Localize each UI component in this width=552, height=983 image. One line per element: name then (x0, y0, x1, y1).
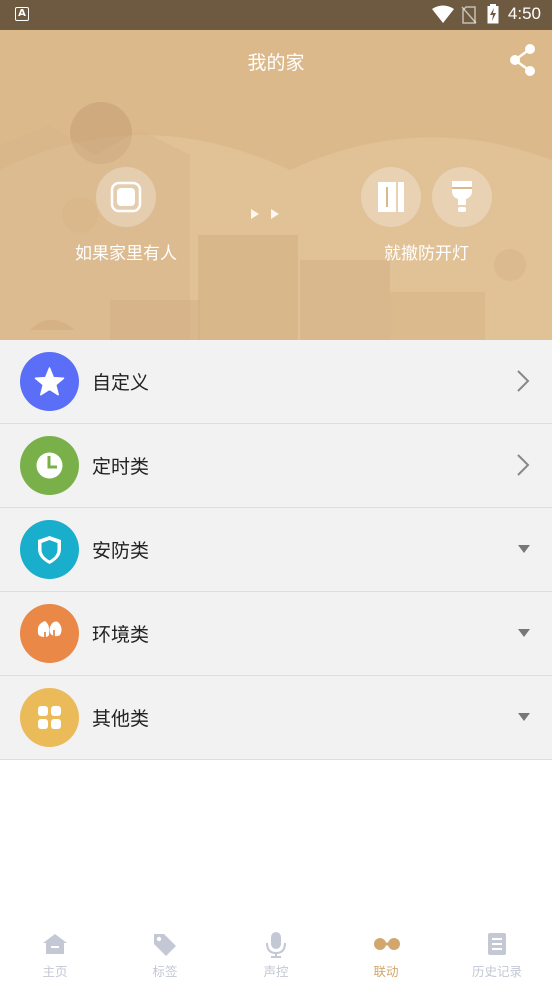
category-row-timer[interactable]: 定时类 (0, 424, 552, 508)
tab-label: 历史记录 (471, 964, 522, 979)
category-icon-badge (20, 688, 79, 747)
clock-time: 4:50 (507, 4, 541, 23)
leaf-icon (37, 621, 62, 646)
category-row-environment[interactable]: 环境类 (0, 592, 552, 676)
category-label: 其他类 (92, 708, 150, 730)
page-title: 我的家 (247, 52, 305, 74)
triangle-down-icon (518, 713, 530, 721)
shield-icon (38, 536, 61, 564)
triangle-down-icon (518, 629, 530, 637)
category-label: 环境类 (92, 624, 150, 646)
category-label: 安防类 (92, 540, 150, 562)
grid-icon (38, 706, 61, 729)
bottom-tab-bar: 主页 标签 声控 联动 历史记录 (0, 920, 552, 983)
triangle-down-icon (518, 545, 530, 553)
tab-home[interactable]: 主页 (0, 920, 110, 983)
microphone-icon (266, 932, 286, 958)
tab-tags[interactable]: 标签 (110, 920, 220, 983)
chevron-right-icon (517, 454, 530, 476)
scene-banner: 我的家 如果家里有人 就撤防开灯 (0, 30, 552, 340)
home-icon (43, 934, 67, 954)
category-row-other[interactable]: 其他类 (0, 676, 552, 760)
category-list: 自定义 定时类 安防类 环境类 其他类 (0, 340, 552, 760)
category-icon-badge (20, 604, 79, 663)
tab-voice[interactable]: 声控 (221, 920, 331, 983)
chevron-right-icon (517, 370, 530, 392)
clock-icon (36, 452, 63, 479)
category-label: 自定义 (92, 372, 150, 394)
arrow-icon (251, 209, 279, 219)
tab-label: 主页 (42, 964, 68, 979)
tab-history[interactable]: 历史记录 (442, 920, 552, 983)
tag-icon (154, 934, 176, 956)
condition-device-button[interactable] (96, 167, 156, 227)
action-door-button[interactable] (361, 167, 421, 227)
no-sim-icon (461, 6, 477, 24)
wifi-icon (432, 5, 454, 23)
category-icon-badge (20, 520, 79, 579)
app-notification-icon: A (15, 7, 29, 21)
door-sensor-icon (378, 182, 404, 212)
condition-label: 如果家里有人 (75, 244, 177, 264)
category-row-security[interactable]: 安防类 (0, 508, 552, 592)
category-icon-badge (20, 352, 79, 411)
tab-label: 标签 (152, 964, 178, 979)
tab-label: 声控 (263, 964, 289, 979)
star-icon (34, 367, 65, 396)
status-bar: A 4:50 (0, 0, 552, 30)
tab-linkage[interactable]: 联动 (331, 920, 441, 983)
history-icon (488, 933, 506, 955)
share-icon[interactable] (508, 42, 538, 78)
link-icon (374, 938, 400, 950)
light-bulb-icon (452, 181, 472, 212)
tab-label: 联动 (373, 964, 399, 979)
category-row-custom[interactable]: 自定义 (0, 340, 552, 424)
presence-sensor-icon (110, 181, 142, 213)
battery-charging-icon (487, 4, 499, 24)
action-label: 就撤防开灯 (384, 244, 469, 264)
category-icon-badge (20, 436, 79, 495)
category-label: 定时类 (92, 456, 150, 478)
action-light-button[interactable] (432, 167, 492, 227)
